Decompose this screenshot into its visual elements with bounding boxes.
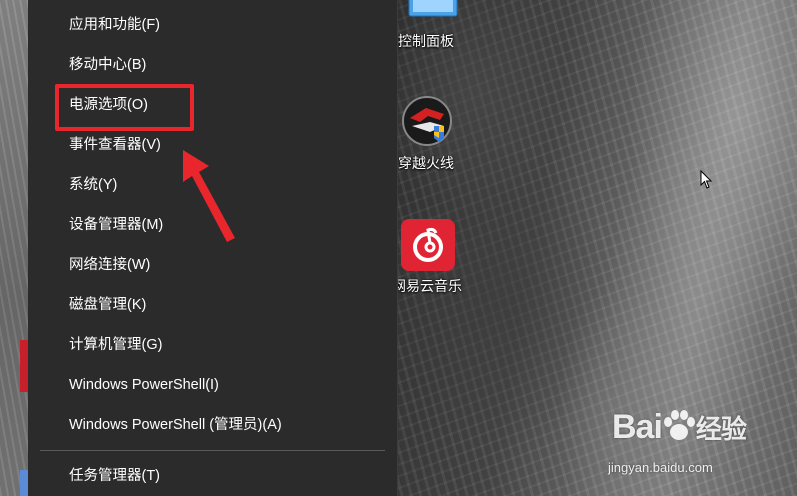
background-window-edge [0,0,28,496]
netease-music-icon [401,219,455,271]
annotation-highlight-box [55,84,194,131]
menu-item-computer-management[interactable]: 计算机管理(G) [28,325,397,365]
watermark-logo-suffix: 经验 [695,414,747,444]
mouse-cursor-icon [700,170,713,189]
menu-item-task-manager[interactable]: 任务管理器(T) [28,456,397,496]
annotation-arrow-icon [183,150,235,242]
desktop-icon-label: 网易云音乐 [392,278,462,294]
menu-item-network-connections[interactable]: 网络连接(W) [28,245,397,285]
menu-item-windows-powershell-admin[interactable]: Windows PowerShell (管理员)(A) [28,405,397,445]
paw-icon [663,410,695,440]
crossfire-icon [402,96,452,146]
menu-separator [40,450,385,451]
menu-item-disk-management[interactable]: 磁盘管理(K) [28,285,397,325]
watermark-logo-text: Bai [612,408,663,446]
menu-item-windows-powershell[interactable]: Windows PowerShell(I) [28,365,397,405]
menu-item-apps-and-features[interactable]: 应用和功能(F) [28,5,397,45]
desktop-icon-label: 控制面板 [398,33,454,49]
baidu-jingyan-watermark: Bai 经验 [612,408,747,447]
watermark-url: jingyan.baidu.com [608,460,713,475]
desktop-icon-label: 穿越火线 [398,155,454,171]
menu-item-mobility-center[interactable]: 移动中心(B) [28,45,397,85]
background-app-tile [20,470,28,496]
background-app-tile [20,340,28,392]
control-panel-icon [408,0,458,17]
winx-quick-link-menu: 应用和功能(F) 移动中心(B) 电源选项(O) 事件查看器(V) 系统(Y) … [28,0,398,496]
